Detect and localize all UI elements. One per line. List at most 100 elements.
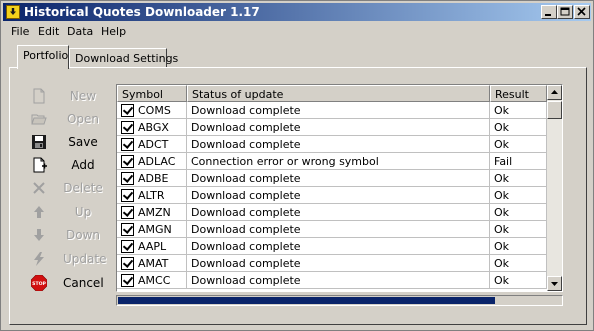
save-label: Save: [68, 135, 98, 149]
row-checkbox[interactable]: [121, 121, 134, 134]
status-cell: Download complete: [187, 221, 490, 238]
result-cell: Ok: [490, 136, 547, 153]
symbol-cell: ADLAC: [117, 153, 187, 170]
open-button[interactable]: Open: [25, 108, 105, 130]
row-checkbox[interactable]: [121, 155, 134, 168]
table-row[interactable]: ADLAC Connection error or wrong symbol Fai…: [117, 153, 547, 170]
status-cell: Download complete: [187, 102, 490, 119]
down-label: Down: [65, 228, 100, 242]
app-download-icon: [6, 5, 20, 19]
symbol-text: ADCT: [138, 138, 169, 151]
menu-data[interactable]: Data: [67, 25, 93, 38]
status-cell: Connection error or wrong symbol: [187, 153, 490, 170]
minimize-icon: [545, 14, 551, 16]
delete-label: Delete: [63, 181, 103, 195]
row-checkbox[interactable]: [121, 172, 134, 185]
add-icon: [33, 157, 47, 173]
scroll-up-button[interactable]: [547, 85, 562, 100]
minimize-button[interactable]: [541, 5, 557, 19]
symbol-cell: AMAT: [117, 255, 187, 272]
column-header-status[interactable]: Status of update: [187, 85, 490, 102]
result-cell: Fail: [490, 153, 547, 170]
symbol-cell: AAPL: [117, 238, 187, 255]
result-cell: Ok: [490, 170, 547, 187]
portfolio-table[interactable]: Symbol Status of update Result COMS Downl…: [116, 84, 563, 292]
app-window: Historical Quotes Downloader 1.17 File E…: [0, 0, 594, 331]
status-cell: Download complete: [187, 187, 490, 204]
table-row[interactable]: ALTR Download complete Ok: [117, 187, 547, 204]
delete-x-icon: [33, 182, 45, 194]
symbol-text: AMGN: [138, 223, 172, 236]
status-cell: Download complete: [187, 255, 490, 272]
update-button[interactable]: Update: [25, 248, 107, 270]
row-checkbox[interactable]: [121, 223, 134, 236]
symbol-cell: AMZN: [117, 204, 187, 221]
cancel-label: Cancel: [63, 276, 104, 290]
row-checkbox[interactable]: [121, 206, 134, 219]
table-row[interactable]: AMCC Download complete Ok: [117, 272, 547, 289]
row-checkbox[interactable]: [121, 257, 134, 270]
close-button[interactable]: [574, 5, 590, 19]
row-checkbox[interactable]: [121, 274, 134, 287]
status-cell: Download complete: [187, 170, 490, 187]
table-row[interactable]: ABGX Download complete Ok: [117, 119, 547, 136]
symbol-cell: AMGN: [117, 221, 187, 238]
table-row[interactable]: ADBE Download complete Ok: [117, 170, 547, 187]
maximize-button[interactable]: [557, 5, 573, 19]
table-row[interactable]: AAPL Download complete Ok: [117, 238, 547, 255]
add-label: Add: [71, 158, 95, 172]
status-cell: Download complete: [187, 238, 490, 255]
symbol-cell: COMS: [117, 102, 187, 119]
result-cell: Ok: [490, 187, 547, 204]
symbol-text: ABGX: [138, 121, 169, 134]
down-button[interactable]: Down: [25, 224, 105, 246]
column-header-symbol[interactable]: Symbol: [117, 85, 187, 102]
progress-fill: [118, 297, 495, 304]
title-bar[interactable]: Historical Quotes Downloader 1.17: [3, 3, 591, 21]
result-cell: Ok: [490, 204, 547, 221]
table-row[interactable]: COMS Download complete Ok: [117, 102, 547, 119]
menu-help[interactable]: Help: [101, 25, 126, 38]
new-label: New: [69, 89, 97, 103]
svg-text:STOP: STOP: [32, 281, 46, 287]
symbol-text: AMZN: [138, 206, 171, 219]
vertical-scrollbar[interactable]: [547, 85, 562, 291]
symbol-text: COMS: [138, 104, 171, 117]
status-cell: Download complete: [187, 272, 490, 289]
column-header-result[interactable]: Result: [490, 85, 547, 102]
symbol-text: ADBE: [138, 172, 169, 185]
arrow-down-icon: [34, 229, 44, 241]
tab-portfolio[interactable]: Portfolio: [17, 45, 69, 69]
symbol-text: AMAT: [138, 257, 169, 270]
add-button[interactable]: Add: [25, 154, 105, 176]
cancel-button[interactable]: STOP Cancel: [25, 272, 105, 294]
table-row[interactable]: AMAT Download complete Ok: [117, 255, 547, 272]
menu-bar: File Edit Data Help: [3, 23, 591, 41]
table-row[interactable]: AMZN Download complete Ok: [117, 204, 547, 221]
table-row[interactable]: ADCT Download complete Ok: [117, 136, 547, 153]
new-button[interactable]: New: [25, 85, 105, 107]
table-row[interactable]: AMGN Download complete Ok: [117, 221, 547, 238]
close-icon: [577, 7, 586, 16]
result-cell: Ok: [490, 238, 547, 255]
scroll-down-button[interactable]: [547, 276, 562, 291]
up-button[interactable]: Up: [25, 201, 105, 223]
row-checkbox[interactable]: [121, 240, 134, 253]
scroll-thumb[interactable]: [547, 101, 562, 119]
menu-edit[interactable]: Edit: [38, 25, 59, 38]
result-cell: Ok: [490, 102, 547, 119]
symbol-cell: ADBE: [117, 170, 187, 187]
menu-file[interactable]: File: [11, 25, 29, 38]
delete-button[interactable]: Delete: [25, 177, 105, 199]
tab-download-settings[interactable]: Download Settings: [69, 48, 178, 68]
update-label: Update: [63, 252, 107, 266]
row-checkbox[interactable]: [121, 189, 134, 202]
maximize-icon: [560, 7, 570, 16]
row-checkbox[interactable]: [121, 138, 134, 151]
status-cell: Download complete: [187, 119, 490, 136]
save-button[interactable]: Save: [25, 131, 105, 153]
stop-sign-icon: STOP: [31, 275, 47, 291]
row-checkbox[interactable]: [121, 104, 134, 117]
open-folder-icon: [31, 114, 47, 125]
open-label: Open: [66, 112, 100, 126]
